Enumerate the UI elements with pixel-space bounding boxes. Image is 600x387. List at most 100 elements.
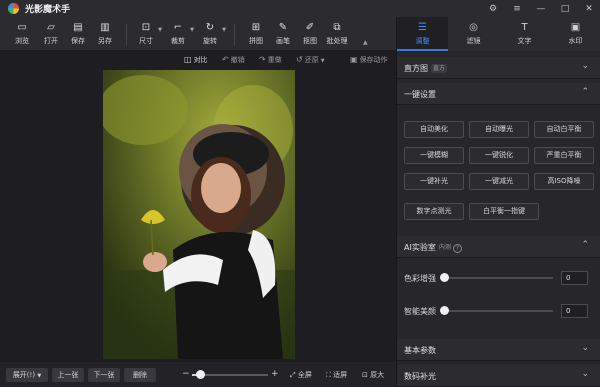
expand-button[interactable]: 展开(!) ▼ bbox=[6, 368, 48, 382]
watermark-image-icon: ▣ bbox=[570, 22, 581, 33]
save-action-button[interactable]: ▣ 保存动作 bbox=[350, 55, 388, 65]
delete-button[interactable]: 删除 bbox=[124, 368, 156, 382]
digital-spot-metering-button[interactable]: 数字点测光 bbox=[404, 203, 464, 220]
fullscreen-button[interactable]: ⤢ 全屏 bbox=[290, 370, 312, 380]
auto-exposure-button[interactable]: 自动曝光 bbox=[469, 121, 529, 138]
compare-icon: ◫ bbox=[184, 55, 192, 64]
one-click-sharpen-button[interactable]: 一键锐化 bbox=[469, 147, 529, 164]
collage-grid-icon: ⊞ bbox=[251, 22, 261, 33]
prev-image-button[interactable]: 上一张 bbox=[52, 368, 84, 382]
zoom-in-icon[interactable]: + bbox=[271, 369, 279, 379]
color-enhance-slider-track[interactable] bbox=[440, 277, 553, 279]
ai-lab-title: AI实验室 内测? bbox=[404, 242, 462, 253]
crop-button[interactable]: ⌐ 裁剪 ▼ bbox=[166, 21, 194, 46]
digital-fill-section-header[interactable]: 数码补光 ⌄ bbox=[397, 365, 600, 387]
chevron-up-icon[interactable]: ⌃ bbox=[581, 87, 589, 97]
fit-screen-button[interactable]: ⛶ 适屏 bbox=[326, 370, 347, 380]
cutout-pen-icon: ✐ bbox=[305, 22, 315, 33]
color-enhance-value-input[interactable]: 0 bbox=[561, 271, 588, 285]
adjust-panel: ☰ 调整 ◎ 滤镜 T 文字 ▣ 水印 直方图 直方 ⌄ 一键设置 ⌃ 自动美化 … bbox=[396, 17, 600, 387]
open-button[interactable]: ▱ 打开 bbox=[39, 21, 63, 46]
one-click-reduce-light-button[interactable]: 一键减光 bbox=[469, 173, 529, 190]
brush-button[interactable]: ✎ 画笔 bbox=[271, 21, 295, 46]
rotate-button[interactable]: ↻ 旋转 ▼ bbox=[198, 21, 226, 46]
next-image-button[interactable]: 下一张 bbox=[88, 368, 120, 382]
size-dropdown-icon[interactable]: ▼ bbox=[158, 27, 162, 33]
rotate-icon: ↻ bbox=[205, 22, 215, 33]
chevron-down-icon[interactable]: ⌄ bbox=[581, 61, 589, 71]
rotate-dropdown-icon[interactable]: ▼ bbox=[222, 27, 226, 33]
restore-button[interactable]: ↺ 还原 ▼ bbox=[296, 55, 325, 65]
chevron-up-icon[interactable]: ⌃ bbox=[581, 240, 589, 250]
fullscreen-icon: ⤢ bbox=[290, 371, 296, 379]
tab-watermark[interactable]: ▣ 水印 bbox=[550, 17, 600, 51]
brush-label: 画笔 bbox=[276, 37, 290, 45]
crop-icon: ⌐ bbox=[173, 22, 183, 33]
minimize-icon[interactable]: — bbox=[536, 4, 546, 14]
brush-icon: ✎ bbox=[278, 22, 288, 33]
ai-lab-title-text: AI实验室 bbox=[404, 243, 436, 252]
one-click-fill-light-button[interactable]: 一键补光 bbox=[404, 173, 464, 190]
tab-text[interactable]: T 文字 bbox=[499, 17, 550, 51]
basic-params-section-header[interactable]: 基本参数 ⌄ bbox=[397, 339, 600, 361]
collage-label: 拼图 bbox=[249, 37, 263, 45]
ai-lab-tag: 内测 bbox=[438, 244, 451, 251]
size-button[interactable]: ⊡ 尺寸 ▼ bbox=[134, 21, 162, 46]
edited-photo[interactable] bbox=[103, 70, 295, 359]
undo-button[interactable]: ↶ 撤销 bbox=[222, 55, 245, 65]
save-as-label: 另存 bbox=[98, 37, 112, 45]
strict-white-balance-button[interactable]: 严重白平衡 bbox=[534, 147, 594, 164]
batch-label: 批处理 bbox=[326, 37, 348, 45]
smart-beauty-value-input[interactable]: 0 bbox=[561, 304, 588, 318]
tab-filter[interactable]: ◎ 滤镜 bbox=[448, 17, 499, 51]
original-size-label: 原大 bbox=[370, 371, 385, 379]
restore-dropdown-icon: ▼ bbox=[320, 58, 325, 64]
smart-beauty-label: 智能美颜 bbox=[404, 307, 436, 316]
maximize-icon[interactable]: □ bbox=[560, 4, 570, 14]
ai-lab-section-header[interactable]: AI实验室 内测? ⌃ bbox=[397, 236, 600, 258]
smart-beauty-slider-knob[interactable] bbox=[440, 306, 449, 315]
auto-white-balance-button[interactable]: 自动白平衡 bbox=[534, 121, 594, 138]
more-tools-icon[interactable]: ▲ bbox=[363, 39, 368, 46]
save-as-button[interactable]: ▥ 另存 bbox=[93, 21, 117, 46]
browse-button[interactable]: ▭ 浏览 bbox=[10, 21, 34, 46]
redo-button[interactable]: ↷ 重做 bbox=[259, 55, 282, 65]
menu-icon[interactable]: ≡ bbox=[512, 4, 522, 14]
high-iso-denoise-button[interactable]: 高ISO降噪 bbox=[534, 173, 594, 190]
image-canvas[interactable] bbox=[0, 69, 396, 361]
fit-screen-icon: ⛶ bbox=[326, 371, 331, 379]
crop-dropdown-icon[interactable]: ▼ bbox=[190, 27, 194, 33]
collage-button[interactable]: ⊞ 拼图 bbox=[244, 21, 268, 46]
close-icon[interactable]: ✕ bbox=[584, 4, 594, 14]
batch-button[interactable]: ⧉ 批处理 bbox=[325, 21, 349, 46]
tab-adjust[interactable]: ☰ 调整 bbox=[397, 17, 448, 51]
original-size-button[interactable]: ⊡ 原大 bbox=[362, 370, 384, 380]
zoom-slider-knob[interactable] bbox=[195, 370, 205, 379]
histogram-tag: 直方 bbox=[431, 64, 448, 73]
histogram-title: 直方图 直方 bbox=[404, 63, 448, 74]
resize-icon: ⊡ bbox=[141, 22, 151, 33]
save-icon: ▤ bbox=[73, 22, 83, 33]
auto-beautify-button[interactable]: 自动美化 bbox=[404, 121, 464, 138]
oneclick-section-header[interactable]: 一键设置 ⌃ bbox=[397, 83, 600, 105]
white-balance-one-tap-button[interactable]: 白平衡一指键 bbox=[469, 203, 539, 220]
histogram-section-header[interactable]: 直方图 直方 ⌄ bbox=[397, 57, 600, 79]
rotate-label: 旋转 bbox=[203, 37, 217, 45]
settings-hexagon-icon[interactable]: ⚙ bbox=[488, 4, 498, 14]
help-question-icon[interactable]: ? bbox=[452, 244, 462, 253]
compare-button[interactable]: ◫ 对比 bbox=[184, 55, 208, 65]
fullscreen-label: 全屏 bbox=[297, 371, 312, 379]
app-logo-icon bbox=[8, 3, 19, 14]
chevron-down-icon[interactable]: ⌄ bbox=[581, 343, 589, 353]
histogram-title-text: 直方图 bbox=[404, 64, 428, 73]
one-click-blur-button[interactable]: 一键模糊 bbox=[404, 147, 464, 164]
smart-beauty-slider-track[interactable] bbox=[440, 310, 553, 312]
save-button[interactable]: ▤ 保存 bbox=[66, 21, 90, 46]
open-folder-icon: ▱ bbox=[47, 22, 55, 33]
save-action-icon: ▣ bbox=[350, 55, 358, 64]
oneclick-title: 一键设置 bbox=[404, 90, 436, 99]
cutout-button[interactable]: ✐ 抠图 bbox=[298, 21, 322, 46]
chevron-down-icon[interactable]: ⌄ bbox=[581, 369, 589, 379]
zoom-out-icon[interactable]: − bbox=[182, 369, 190, 379]
color-enhance-slider-knob[interactable] bbox=[440, 273, 449, 282]
